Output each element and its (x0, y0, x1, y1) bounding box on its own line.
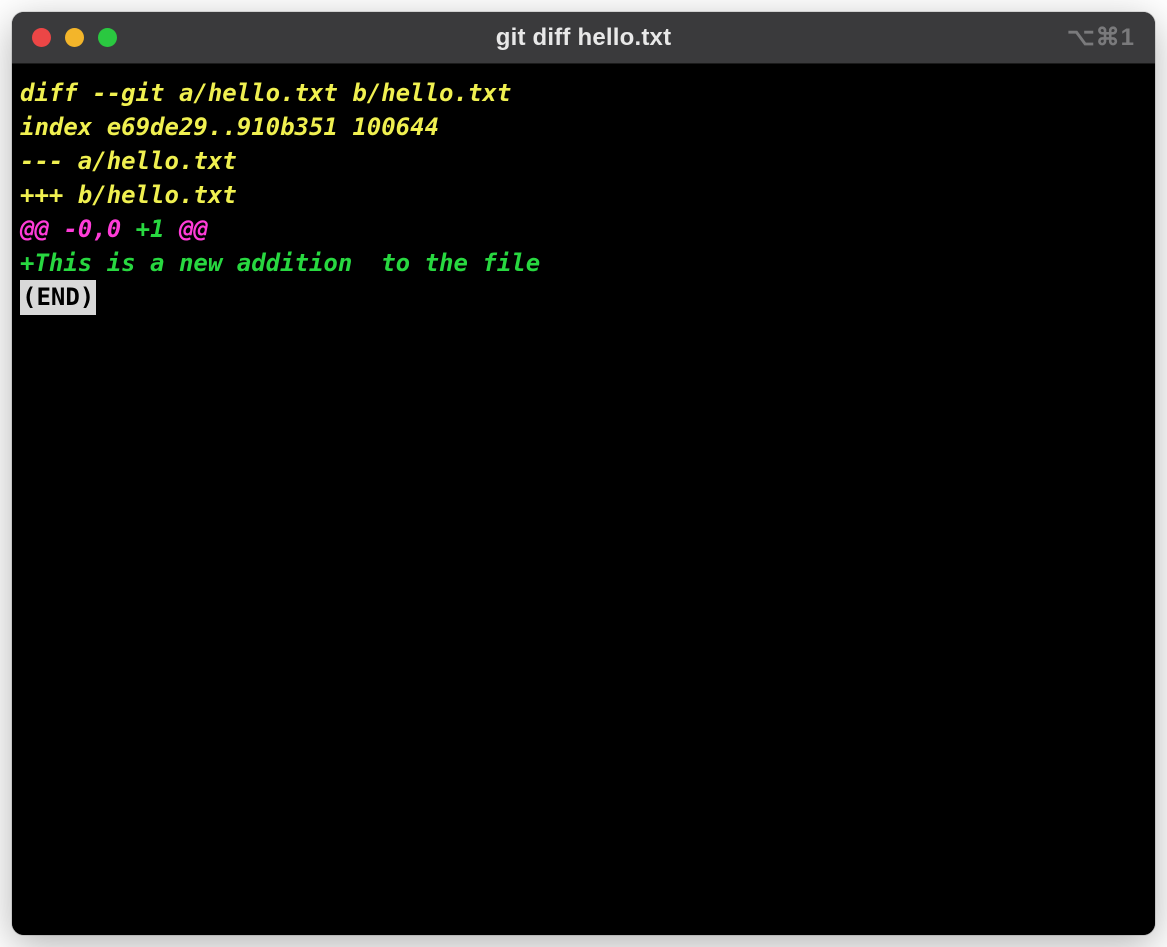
pager-end-indicator: (END) (20, 280, 96, 314)
diff-hunk-marker-end: @@ (179, 215, 208, 243)
diff-hunk-marker: @@ -0,0 (20, 215, 136, 243)
diff-new-file-line: +++ b/hello.txt (20, 178, 1147, 212)
diff-header-line: diff --git a/hello.txt b/hello.txt (20, 76, 1147, 110)
diff-index-line: index e69de29..910b351 100644 (20, 110, 1147, 144)
window-title: git diff hello.txt (496, 24, 672, 52)
window-shortcut-indicator: ⌥⌘1 (1067, 23, 1135, 52)
maximize-button[interactable] (98, 28, 117, 47)
pager-end-line: (END) (20, 280, 1147, 314)
diff-hunk-header: @@ -0,0 +1 @@ (20, 212, 1147, 246)
minimize-button[interactable] (65, 28, 84, 47)
diff-hunk-add-range: +1 (136, 215, 179, 243)
close-button[interactable] (32, 28, 51, 47)
terminal-window: git diff hello.txt ⌥⌘1 diff --git a/hell… (12, 12, 1155, 935)
diff-old-file-line: --- a/hello.txt (20, 144, 1147, 178)
terminal-content[interactable]: diff --git a/hello.txt b/hello.txt index… (12, 64, 1155, 935)
traffic-lights (32, 28, 117, 47)
diff-addition-line: +This is a new addition to the file (20, 246, 1147, 280)
title-bar: git diff hello.txt ⌥⌘1 (12, 12, 1155, 64)
